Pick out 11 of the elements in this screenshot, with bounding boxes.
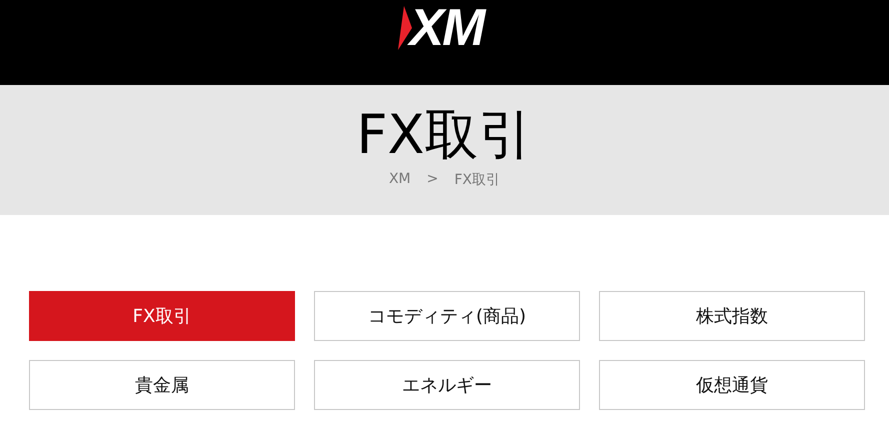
- breadcrumb-separator: >: [426, 171, 438, 189]
- category-tab[interactable]: 仮想通貨: [599, 360, 865, 410]
- breadcrumb-link[interactable]: FX取引: [454, 171, 500, 189]
- category-tab[interactable]: 貴金属: [29, 360, 295, 410]
- page-title: FX取引: [356, 103, 533, 167]
- logo[interactable]: XM: [410, 4, 492, 52]
- category-tab[interactable]: コモディティ(商品): [314, 291, 580, 341]
- breadcrumb-link[interactable]: XM: [388, 171, 411, 189]
- category-tab[interactable]: エネルギー: [314, 360, 580, 410]
- category-tab[interactable]: 株式指数: [599, 291, 865, 341]
- category-tab[interactable]: FX取引: [29, 291, 295, 341]
